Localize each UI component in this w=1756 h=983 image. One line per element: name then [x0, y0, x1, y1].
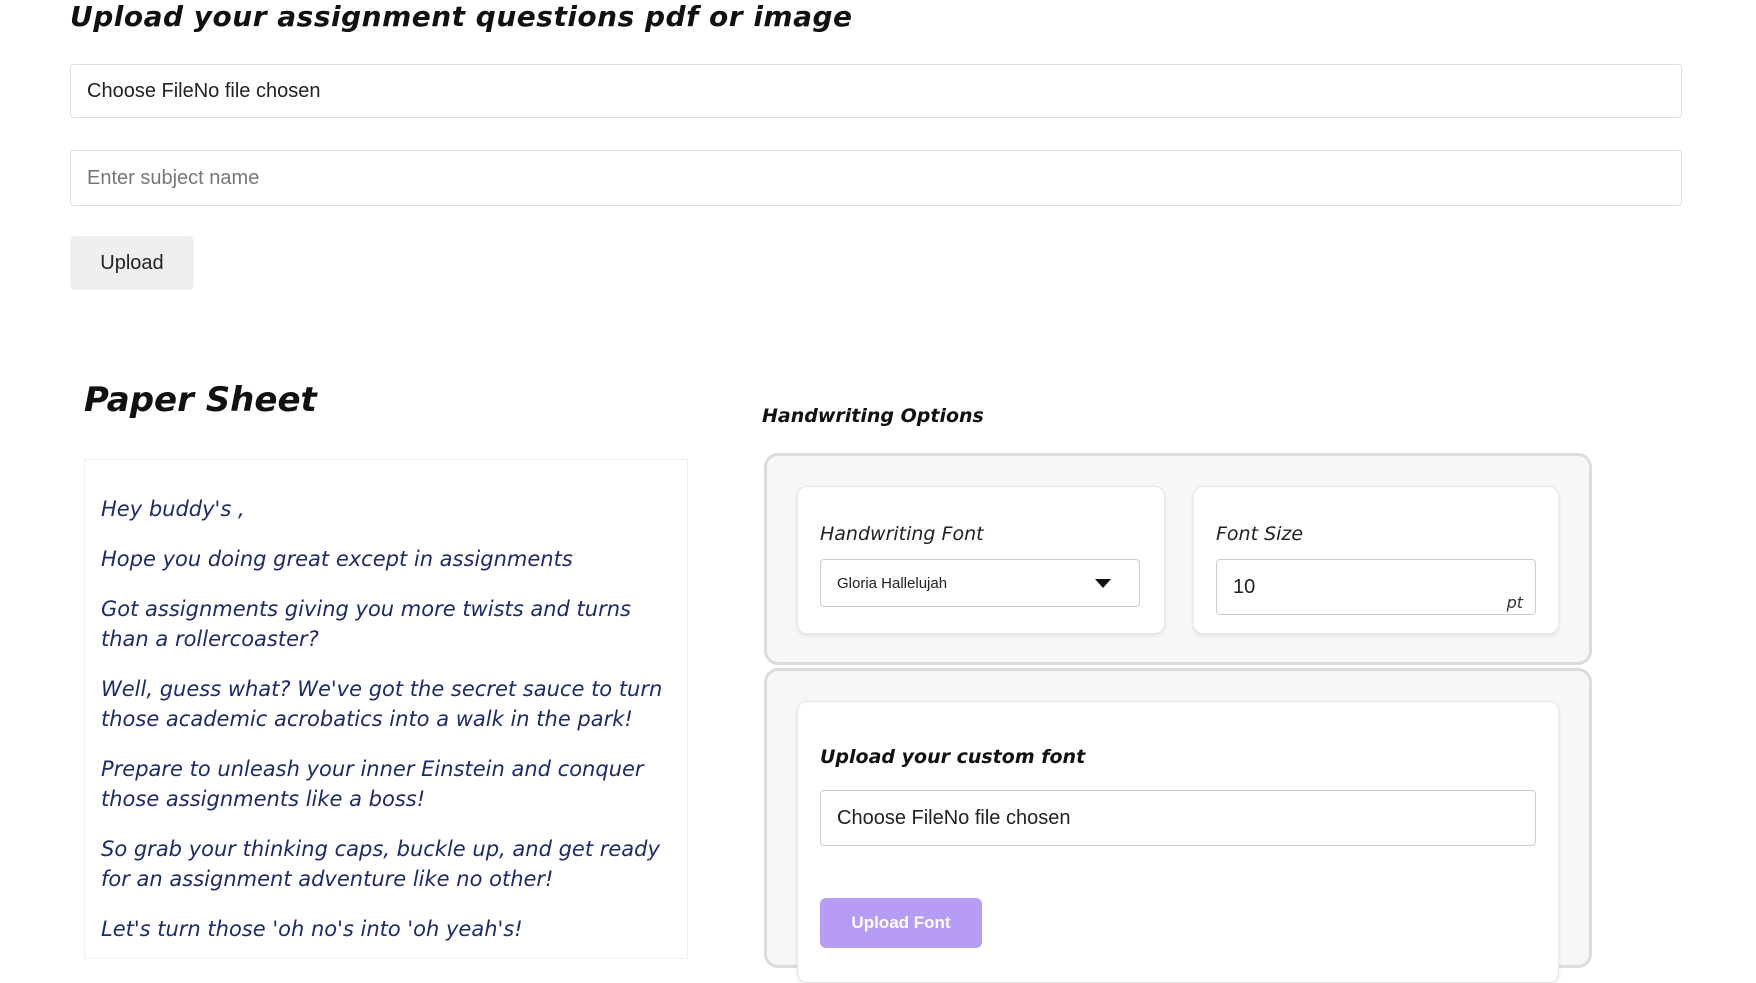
custom-font-label: Upload your custom font [820, 746, 1086, 768]
custom-font-file-input-text: Choose FileNo file chosen [837, 806, 1071, 829]
handwriting-font-label: Handwriting Font [820, 523, 984, 545]
paper-line: Got assignments giving you more twists a… [101, 597, 631, 651]
font-size-card: Font Size 10 pt [1193, 486, 1559, 634]
font-size-input[interactable]: 10 pt [1216, 559, 1536, 615]
font-size-label: Font Size [1216, 523, 1304, 545]
paper-line: Let's turn those 'oh no's into 'oh yeah'… [101, 917, 523, 941]
handwriting-font-selected: Gloria Hallelujah [837, 574, 948, 592]
paper-sheet-title: Paper Sheet [84, 380, 317, 420]
upload-heading: Upload your assignment questions pdf or … [70, 0, 853, 33]
paper-line: Hey buddy's , [101, 497, 245, 521]
paper-line: Hope you doing great except in assignmen… [101, 547, 573, 571]
handwriting-options-panel: Handwriting Font Gloria Hallelujah Font … [764, 453, 1592, 665]
assignment-file-input[interactable]: Choose FileNo file chosen [70, 64, 1682, 118]
font-size-value: 10 [1233, 576, 1256, 598]
upload-button[interactable]: Upload [70, 236, 194, 290]
subject-name-input[interactable] [70, 150, 1682, 206]
paper-line: Well, guess what? We've got the secret s… [101, 677, 663, 731]
paper-line: So grab your thinking caps, buckle up, a… [101, 837, 660, 891]
custom-font-file-input[interactable]: Choose FileNo file chosen [820, 790, 1536, 846]
upload-font-button[interactable]: Upload Font [820, 898, 982, 948]
custom-font-card: Upload your custom font Choose FileNo fi… [797, 701, 1559, 983]
handwriting-font-select[interactable]: Gloria Hallelujah [820, 559, 1140, 607]
assignment-file-input-text: Choose FileNo file chosen [87, 79, 321, 102]
chevron-down-icon [1095, 579, 1111, 588]
paper-line: Prepare to unleash your inner Einstein a… [101, 757, 644, 811]
font-size-unit: pt [1506, 593, 1523, 612]
handwriting-font-card: Handwriting Font Gloria Hallelujah [797, 486, 1165, 634]
paper-sheet: Hey buddy's , Hope you doing great excep… [84, 459, 688, 959]
custom-font-panel: Upload your custom font Choose FileNo fi… [764, 668, 1592, 983]
handwriting-options-title: Handwriting Options [762, 405, 984, 427]
